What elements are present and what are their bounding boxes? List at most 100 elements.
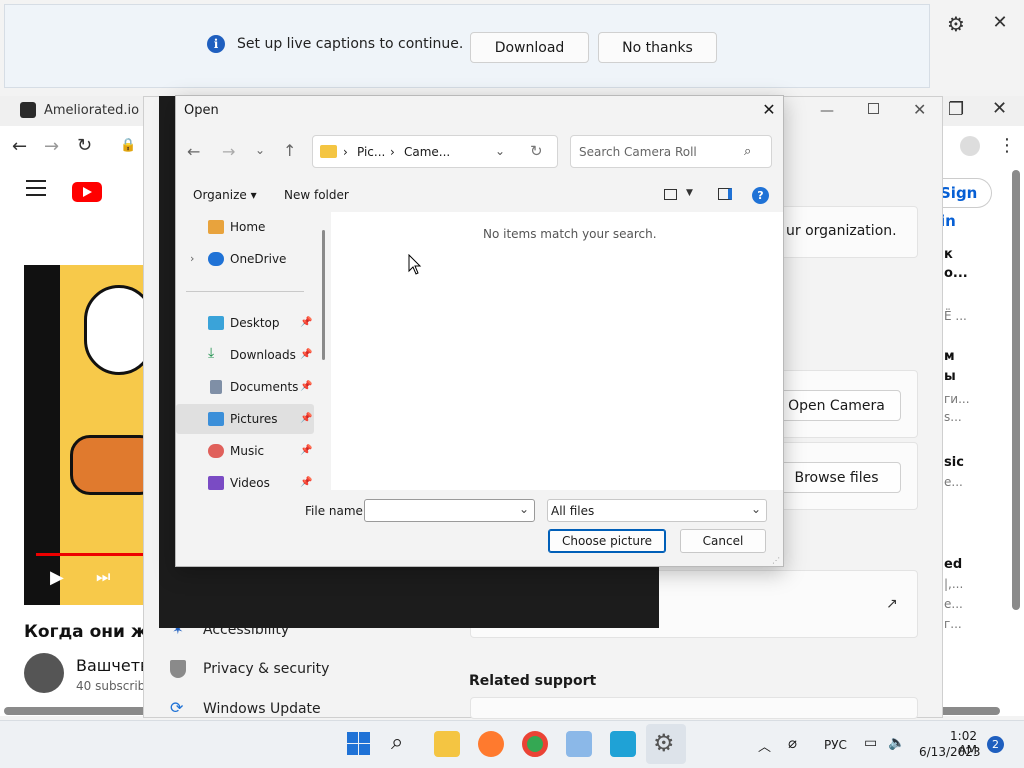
- browse-files-button[interactable]: Browse files: [772, 462, 901, 493]
- menu-dots-icon[interactable]: ⋮: [998, 135, 1016, 156]
- video-title[interactable]: Когда они жд: [24, 622, 161, 642]
- restore-icon[interactable]: ❐: [948, 99, 964, 120]
- choose-picture-button[interactable]: Choose picture: [548, 529, 666, 553]
- refresh-icon[interactable]: ↻: [530, 142, 543, 160]
- nav-item-downloads[interactable]: ⤓ Downloads 📌: [176, 340, 314, 370]
- folder-icon: [320, 145, 337, 158]
- music-icon: [208, 444, 224, 458]
- remote-desktop-icon[interactable]: [610, 731, 636, 757]
- chevron-down-icon[interactable]: ⌄: [751, 502, 761, 516]
- dialog-title: Open: [184, 103, 219, 118]
- nav-item-label: Documents: [230, 380, 299, 394]
- start-icon[interactable]: [346, 731, 372, 757]
- live-captions-bar: [4, 4, 930, 88]
- vertical-scrollbar[interactable]: [1012, 170, 1020, 610]
- back-icon[interactable]: ←: [12, 136, 27, 157]
- browser-close-icon[interactable]: ✕: [992, 98, 1007, 119]
- hamburger-icon[interactable]: [26, 180, 46, 196]
- download-button[interactable]: Download: [470, 32, 589, 63]
- related-support-card[interactable]: [470, 697, 918, 719]
- dialog-back-icon[interactable]: ←: [187, 142, 200, 161]
- cancel-button[interactable]: Cancel: [680, 529, 766, 553]
- breadcrumb-separator: ›: [343, 145, 348, 159]
- network-icon[interactable]: ⌀: [788, 734, 797, 752]
- up-folder-icon[interactable]: ↑: [283, 141, 296, 160]
- breadcrumb-camera-roll[interactable]: Came...: [404, 145, 450, 159]
- settings-gear-icon[interactable]: ⚙: [653, 729, 675, 757]
- youtube-logo-icon[interactable]: [72, 182, 102, 202]
- notification-badge[interactable]: 2: [987, 736, 1004, 753]
- settings-close-icon[interactable]: ✕: [913, 100, 926, 119]
- dialog-forward-icon[interactable]: →: [222, 142, 235, 161]
- play-icon[interactable]: ▶: [50, 567, 64, 588]
- view-dropdown-icon[interactable]: ▼: [686, 188, 693, 198]
- close-icon[interactable]: ✕: [987, 12, 1013, 38]
- pin-icon: 📌: [300, 477, 313, 488]
- external-link-icon: ↗: [886, 596, 898, 612]
- live-captions-message: Set up live captions to continue.: [237, 36, 464, 52]
- related-support-heading: Related support: [469, 673, 597, 689]
- recent-locations-icon[interactable]: ⌄: [255, 143, 265, 157]
- path-dropdown-icon[interactable]: ⌄: [495, 144, 505, 158]
- nav-item-documents[interactable]: Documents 📌: [176, 372, 314, 402]
- side-snippet: о...: [944, 266, 968, 281]
- channel-avatar[interactable]: [24, 653, 64, 693]
- display-icon[interactable]: ▭: [864, 735, 877, 751]
- forward-icon[interactable]: →: [44, 136, 59, 157]
- video-player[interactable]: ▶ ⏭: [24, 265, 154, 605]
- organize-button[interactable]: Organize ▾: [193, 188, 257, 202]
- nav-item-onedrive[interactable]: › OneDrive: [176, 244, 314, 274]
- nav-windows-update[interactable]: Windows Update: [203, 701, 321, 717]
- resize-grip-icon[interactable]: ⋰: [772, 556, 780, 565]
- breadcrumb-pictures[interactable]: Pic...: [357, 145, 385, 159]
- next-icon[interactable]: ⏭: [96, 567, 110, 587]
- breadcrumb-separator: ›: [390, 145, 395, 159]
- language-indicator[interactable]: РУС: [824, 738, 847, 752]
- nav-item-desktop[interactable]: Desktop 📌: [176, 308, 314, 338]
- info-icon: i: [207, 35, 225, 53]
- pin-icon: 📌: [300, 349, 313, 360]
- channel-name[interactable]: Вашчетв: [76, 656, 149, 675]
- chevron-down-icon[interactable]: ⌄: [519, 502, 529, 516]
- file-explorer-icon[interactable]: [434, 731, 460, 757]
- chevron-right-icon[interactable]: ›: [190, 252, 194, 265]
- file-name-input[interactable]: ⌄: [364, 499, 535, 522]
- browser-tab-title[interactable]: Ameliorated.io: [44, 103, 139, 118]
- dialog-close-icon[interactable]: ✕: [760, 100, 778, 119]
- preview-pane-icon[interactable]: [718, 188, 732, 200]
- chevron-up-icon[interactable]: ︿: [758, 736, 771, 755]
- lock-icon: 🔒: [120, 138, 137, 153]
- side-snippet: e...: [944, 475, 963, 489]
- open-camera-button[interactable]: Open Camera: [772, 390, 901, 421]
- view-options-icon[interactable]: [664, 189, 677, 200]
- pin-icon: 📌: [300, 381, 313, 392]
- minimize-icon[interactable]: —: [820, 103, 834, 119]
- nav-privacy-security[interactable]: Privacy & security: [203, 661, 329, 677]
- chrome-icon[interactable]: [522, 731, 548, 757]
- profile-icon[interactable]: [960, 136, 980, 156]
- nav-item-home[interactable]: Home: [176, 212, 314, 242]
- help-icon[interactable]: ?: [752, 187, 769, 204]
- video-progress-bar[interactable]: [36, 553, 154, 556]
- maximize-icon[interactable]: [868, 103, 879, 114]
- side-snippet: e...: [944, 597, 963, 611]
- new-folder-button[interactable]: New folder: [284, 188, 349, 202]
- nav-item-music[interactable]: Music 📌: [176, 436, 314, 466]
- nav-item-pictures[interactable]: Pictures 📌: [176, 404, 314, 434]
- nav-pane-scrollbar[interactable]: [322, 230, 325, 360]
- no-thanks-button[interactable]: No thanks: [598, 32, 717, 63]
- clock-date[interactable]: 6/13/2023: [919, 745, 981, 759]
- home-icon: [208, 220, 224, 234]
- search-input[interactable]: Search Camera Roll: [579, 145, 697, 159]
- gear-icon[interactable]: ⚙: [943, 12, 969, 38]
- file-list-area[interactable]: [331, 212, 783, 490]
- firefox-icon[interactable]: [478, 731, 504, 757]
- taskbar-search-icon[interactable]: ⌕: [391, 730, 403, 755]
- nav-item-label: Downloads: [230, 348, 296, 362]
- search-icon[interactable]: ⌕: [744, 144, 751, 159]
- side-snippet: ги...: [944, 392, 970, 406]
- volume-icon[interactable]: 🔈: [888, 735, 905, 751]
- nav-item-videos[interactable]: Videos 📌: [176, 468, 314, 490]
- reload-icon[interactable]: ↻: [77, 135, 92, 156]
- photos-icon[interactable]: [566, 731, 592, 757]
